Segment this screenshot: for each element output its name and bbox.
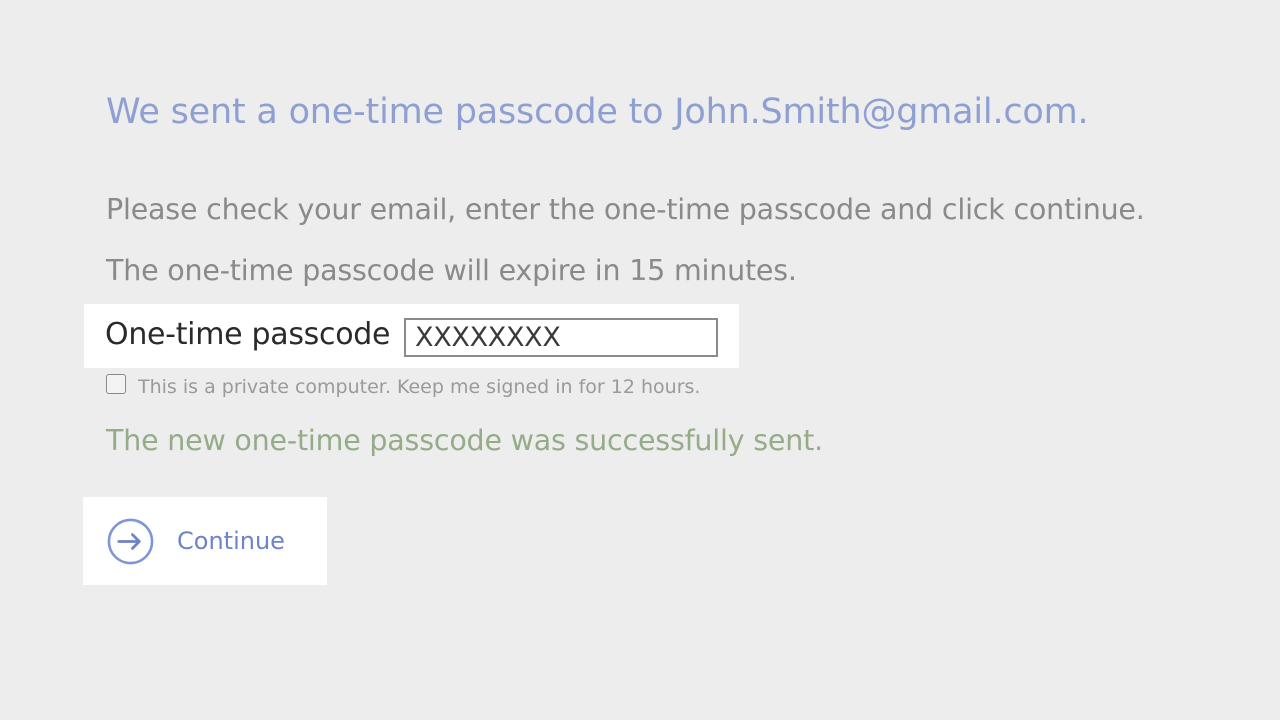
- remember-checkbox[interactable]: [106, 374, 126, 394]
- passcode-panel: One-time passcode: [84, 304, 739, 368]
- instruction-expiry: The one-time passcode will expire in 15 …: [106, 254, 797, 287]
- passcode-input[interactable]: [404, 318, 718, 357]
- status-message: The new one-time passcode was successful…: [106, 424, 823, 457]
- arrow-right-circle-icon: [107, 518, 154, 565]
- remember-me[interactable]: This is a private computer. Keep me sign…: [106, 371, 701, 398]
- remember-label: This is a private computer. Keep me sign…: [138, 376, 701, 398]
- instruction-check-email: Please check your email, enter the one-t…: [106, 193, 1145, 226]
- passcode-label: One-time passcode: [105, 317, 391, 352]
- continue-label: Continue: [177, 527, 285, 555]
- page-title: We sent a one-time passcode to John.Smit…: [106, 92, 1089, 132]
- continue-button[interactable]: Continue: [83, 497, 327, 585]
